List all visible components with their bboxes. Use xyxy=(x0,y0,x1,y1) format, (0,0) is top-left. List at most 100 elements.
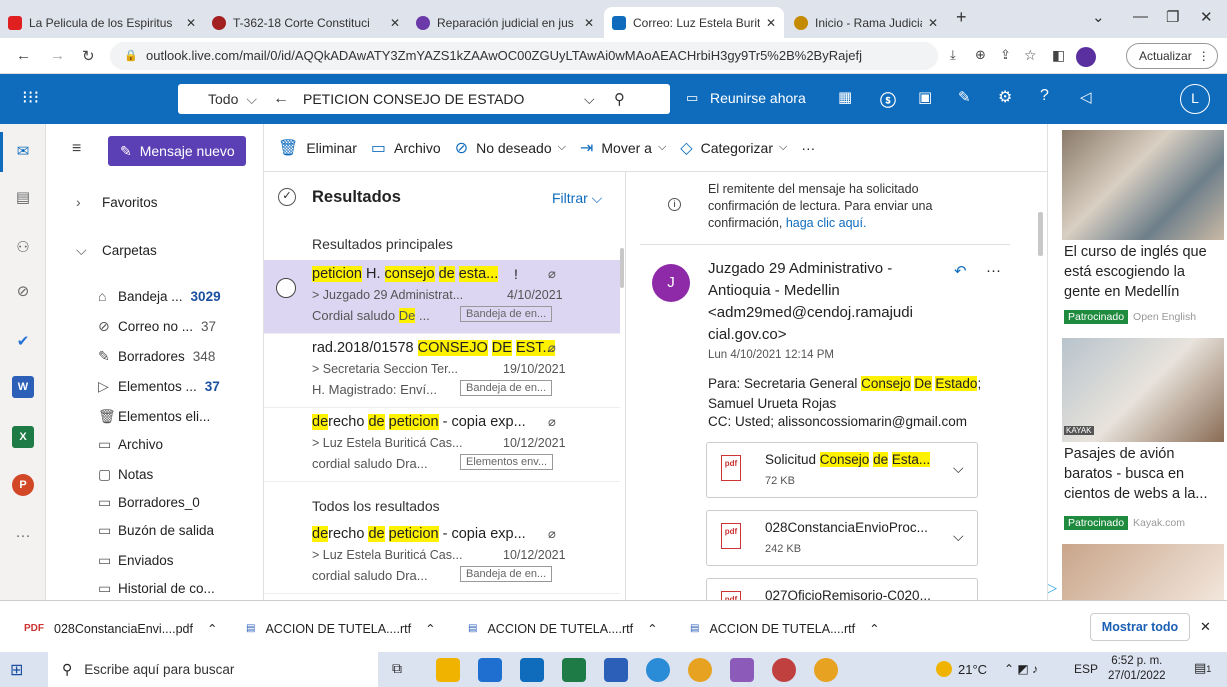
back-arrow-icon[interactable]: ← xyxy=(273,90,289,108)
notification-icon[interactable]: ▤1 xyxy=(1194,660,1211,676)
file-explorer-icon[interactable] xyxy=(436,658,460,682)
meet-now-button[interactable]: Reunirse ahora xyxy=(710,90,806,106)
tab-reparacion[interactable]: Reparación judicial en jus ✕ xyxy=(408,7,602,38)
attachment-card[interactable]: pdf 027OficioRemisorio-C020... xyxy=(706,578,978,600)
chevron-up-icon[interactable]: ⌃ xyxy=(425,621,435,636)
chevron-up-icon[interactable]: ⌃ xyxy=(207,621,217,636)
word-icon[interactable]: W xyxy=(12,376,34,398)
junk-button[interactable]: ⊘ No deseado ⌵ xyxy=(455,138,566,158)
ad-text[interactable]: Pasajes de avión baratos - busca en cien… xyxy=(1064,444,1224,504)
edit-icon[interactable]: ✎ xyxy=(958,88,971,106)
attachment-card[interactable]: pdf 028ConstanciaEnvioProc... 242 KB ⌵ xyxy=(706,510,978,566)
ad-image[interactable] xyxy=(1062,544,1224,600)
download-item[interactable]: PDF 028ConstanciaEnvi....pdf ⌃ xyxy=(24,621,217,637)
forward-icon[interactable]: → xyxy=(50,47,65,64)
new-mail-button[interactable]: ✎ Mensaje nuevo xyxy=(108,136,246,166)
folder-sent-items[interactable]: ▷ Elementos ... 37 xyxy=(98,378,220,395)
skype-icon[interactable]: ⓢ xyxy=(880,87,896,111)
tray-icons[interactable]: ⌃ ◩ ♪ xyxy=(1004,662,1038,676)
edge-icon[interactable] xyxy=(646,658,670,682)
more-icon[interactable]: ··· xyxy=(986,262,1001,279)
close-window-button[interactable]: ✕ xyxy=(1200,8,1213,26)
chrome-icon[interactable] xyxy=(814,658,838,682)
chevron-down-icon[interactable]: ⌵ xyxy=(246,91,257,108)
message-item[interactable]: derecho de peticion - copia exp... ⌀ > L… xyxy=(264,520,620,594)
folder-drafts-0[interactable]: ▭ Borradores_0 xyxy=(98,494,200,511)
back-icon[interactable]: ← xyxy=(16,47,31,64)
folder-drafts[interactable]: ✎ Borradores 348 xyxy=(98,348,215,365)
folders-toggle[interactable]: ⌵ Carpetas xyxy=(76,242,157,259)
download-item[interactable]: ▤ ACCION DE TUTELA....rtf ⌃ xyxy=(690,621,880,637)
chevron-down-icon[interactable]: ⌵ xyxy=(584,91,595,108)
close-icon[interactable]: ✕ xyxy=(766,16,776,30)
url-field[interactable]: 🔒 outlook.live.com/mail/0/id/AQQkADAwATY… xyxy=(110,42,938,70)
minimize-button[interactable]: — xyxy=(1133,8,1148,25)
folder-history[interactable]: ▭ Historial de co... xyxy=(98,580,215,597)
message-item[interactable]: peticion H. consejo de esta... ! ⌀ > Juz… xyxy=(264,260,620,334)
settings-icon[interactable]: ⚙ xyxy=(998,87,1012,107)
account-avatar[interactable]: L xyxy=(1180,84,1210,114)
message-item[interactable]: rad.2018/01578 CONSEJO DE EST... ⌀ > Sec… xyxy=(264,334,620,408)
folder-outbox[interactable]: ▭ Buzón de salida xyxy=(98,522,214,539)
search-icon[interactable]: ⚲ xyxy=(614,90,625,108)
scrollbar[interactable] xyxy=(620,248,624,288)
search-input[interactable]: PETICION CONSEJO DE ESTADO xyxy=(303,91,524,107)
help-icon[interactable]: ? xyxy=(1040,87,1049,105)
new-tab-button[interactable]: + xyxy=(956,7,967,28)
tab-corte[interactable]: T-362-18 Corte Constituci ✕ xyxy=(204,7,408,38)
onenote-icon[interactable]: ▣ xyxy=(918,88,932,106)
weather-temp[interactable]: 21°C xyxy=(958,662,987,677)
zoom-icon[interactable]: ⊕ xyxy=(975,47,986,63)
calendar-icon[interactable]: ▤ xyxy=(12,186,34,208)
folder-archive[interactable]: ▭ Archivo xyxy=(98,436,163,453)
close-icon[interactable]: ✕ xyxy=(1200,619,1211,635)
read-receipt-link[interactable]: haga clic aquí. xyxy=(786,216,867,230)
app-icon[interactable] xyxy=(730,658,754,682)
mail-app-icon[interactable] xyxy=(520,658,544,682)
windows-start-icon[interactable]: ⊞ xyxy=(10,660,23,680)
profile-avatar[interactable] xyxy=(1076,47,1096,67)
select-all-checkbox[interactable]: ✓ xyxy=(278,188,296,206)
close-icon[interactable]: ✕ xyxy=(928,16,938,30)
hamburger-icon[interactable]: ≡ xyxy=(72,140,81,158)
language-indicator[interactable]: ESP xyxy=(1074,662,1098,676)
sender-avatar[interactable]: J xyxy=(652,264,690,302)
install-icon[interactable]: ⤓ xyxy=(950,47,956,63)
qr-icon[interactable]: ▦ xyxy=(838,88,852,106)
folder-deleted[interactable]: 🗑 Elementos eli... xyxy=(98,408,210,425)
folder-notes[interactable]: ▢ Notas xyxy=(98,466,153,483)
download-item[interactable]: ▤ ACCION DE TUTELA....rtf ⌃ xyxy=(468,621,658,637)
excel-icon[interactable]: X xyxy=(12,426,34,448)
select-checkbox[interactable] xyxy=(276,278,296,298)
folder-junk[interactable]: ⊘ Correo no ... 37 xyxy=(98,318,216,335)
app-launcher-icon[interactable]: ⁝⁝⁝ xyxy=(22,87,39,108)
adchoices-icon[interactable]: ▷ xyxy=(1048,580,1057,596)
delete-button[interactable]: 🗑 Eliminar xyxy=(278,138,357,158)
chrome-icon[interactable] xyxy=(772,658,796,682)
scrollbar[interactable] xyxy=(1038,212,1043,256)
star-icon[interactable]: ☆ xyxy=(1024,47,1037,64)
search-scope[interactable]: Todo xyxy=(208,91,238,107)
show-all-button[interactable]: Mostrar todo xyxy=(1090,613,1190,641)
chevron-up-icon[interactable]: ⌃ xyxy=(869,621,879,636)
more-actions-button[interactable]: ··· xyxy=(801,140,815,156)
update-button[interactable]: Actualizar ⋮ xyxy=(1126,43,1218,69)
archive-button[interactable]: ▭ Archivo xyxy=(371,138,441,158)
share-icon[interactable]: ⇪ xyxy=(1000,47,1011,63)
chevron-down-icon[interactable]: ⌄ xyxy=(1092,8,1105,26)
close-icon[interactable]: ✕ xyxy=(584,16,594,30)
attach-icon[interactable]: ⊘ xyxy=(12,280,34,302)
download-item[interactable]: ▤ ACCION DE TUTELA....rtf ⌃ xyxy=(246,621,436,637)
task-view-icon[interactable]: ⧉ xyxy=(392,660,402,677)
chrome-icon[interactable] xyxy=(688,658,712,682)
taskbar-search-input[interactable]: Escribe aquí para buscar xyxy=(84,662,234,677)
ad-image-airplane[interactable]: KAYAK xyxy=(1062,338,1224,442)
categorize-button[interactable]: ◇ Categorizar ⌵ xyxy=(680,138,787,158)
people-icon[interactable]: ⚇ xyxy=(12,236,34,258)
filter-button[interactable]: Filtrar ⌵ xyxy=(552,190,602,207)
folder-sent[interactable]: ▭ Enviados xyxy=(98,552,174,569)
ad-text[interactable]: El curso de inglés que está escogiendo l… xyxy=(1064,242,1224,302)
clock[interactable]: 6:52 p. m. 27/01/2022 xyxy=(1108,654,1166,684)
ad-image-video-call[interactable] xyxy=(1062,130,1224,240)
word-icon[interactable] xyxy=(604,658,628,682)
